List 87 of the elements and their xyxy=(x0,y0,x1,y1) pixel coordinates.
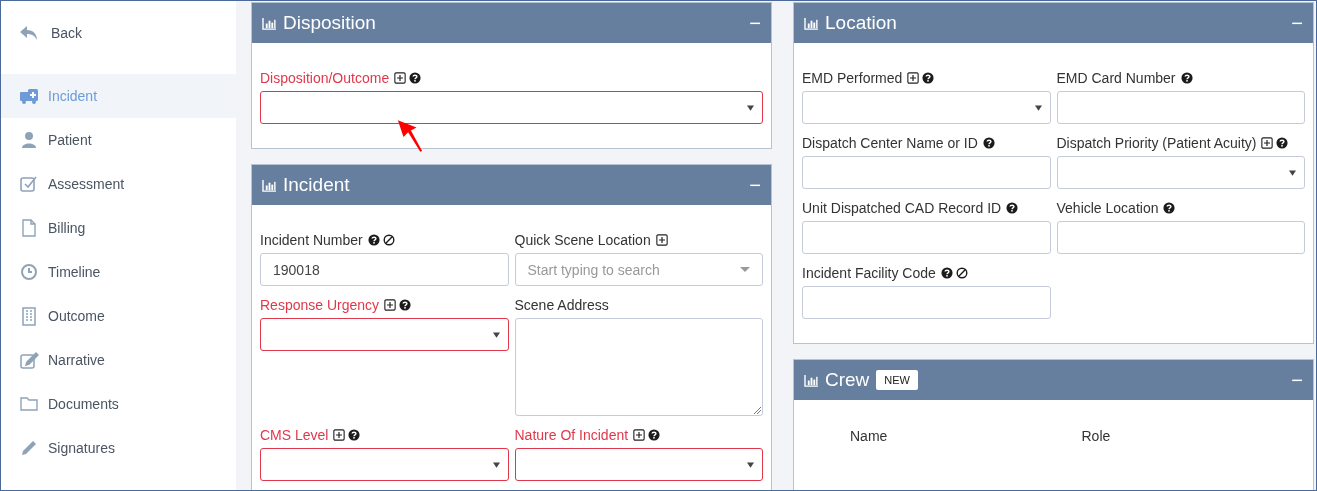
column-header: Role xyxy=(1081,428,1112,446)
help-icon[interactable] xyxy=(409,71,422,84)
select-dropdown[interactable] xyxy=(514,448,763,481)
help-icon[interactable] xyxy=(367,233,380,246)
field-label: Scene Address xyxy=(514,296,609,313)
caret-icon xyxy=(747,462,754,468)
field-label: Dispatch Priority (Patient Acuity) xyxy=(1056,134,1257,151)
input-field[interactable] xyxy=(802,156,1051,189)
person-icon xyxy=(19,130,39,150)
caret-icon xyxy=(492,462,500,468)
input-field[interactable] xyxy=(1056,221,1305,254)
resize-handle-icon[interactable] xyxy=(753,406,761,414)
collapse-button[interactable]: − xyxy=(749,173,761,197)
panel-title: Location xyxy=(825,12,897,34)
ban-icon[interactable] xyxy=(955,266,968,279)
field-label: EMD Card Number xyxy=(1056,69,1176,86)
help-icon[interactable] xyxy=(648,428,661,441)
select-dropdown[interactable] xyxy=(260,318,509,351)
help-icon[interactable] xyxy=(982,136,995,149)
checkbox-icon xyxy=(19,174,39,194)
sidebar-item[interactable]: Documents xyxy=(1,382,236,426)
building-icon xyxy=(19,306,39,326)
panel-title: Crew xyxy=(825,369,870,391)
caret-icon xyxy=(740,267,750,273)
field-label: Quick Scene Location xyxy=(514,231,651,248)
document-icon xyxy=(19,218,39,238)
ambulance-icon xyxy=(19,86,39,106)
input-field[interactable] xyxy=(1056,91,1305,124)
help-icon[interactable] xyxy=(348,428,361,441)
column-header: Name xyxy=(850,428,889,446)
bar-chart-icon xyxy=(262,16,277,30)
collapse-button[interactable]: − xyxy=(749,11,761,35)
expand-icon[interactable] xyxy=(907,71,920,84)
expand-icon[interactable] xyxy=(333,428,346,441)
bar-chart-icon xyxy=(804,373,819,387)
annotation-arrow xyxy=(396,117,424,155)
caret-icon xyxy=(1034,105,1042,111)
bar-chart-icon xyxy=(262,178,277,192)
caret-icon xyxy=(492,332,500,338)
caret-icon xyxy=(747,105,754,111)
field-label: Incident Number xyxy=(260,231,363,248)
ban-icon[interactable] xyxy=(382,233,395,246)
input-field[interactable] xyxy=(802,286,1051,319)
sidebar-item[interactable]: Patient xyxy=(1,118,236,162)
input-field[interactable]: 190018 xyxy=(260,253,509,286)
new-button[interactable]: NEW xyxy=(876,370,918,390)
help-icon[interactable] xyxy=(1276,136,1289,149)
pencil-icon xyxy=(19,438,39,458)
sidebar-item[interactable]: Billing xyxy=(1,206,236,250)
caret-icon xyxy=(1289,170,1296,176)
help-icon[interactable] xyxy=(922,71,935,84)
select-dropdown[interactable] xyxy=(260,448,509,481)
edit-icon xyxy=(19,350,39,370)
panel-title: Disposition xyxy=(283,12,376,34)
field-label: Dispatch Center Name or ID xyxy=(802,134,978,151)
field-label: Response Urgency xyxy=(260,296,380,313)
help-icon[interactable] xyxy=(940,266,953,279)
sidebar-item[interactable]: Signatures xyxy=(1,426,236,470)
help-icon[interactable] xyxy=(1163,201,1176,214)
back-link[interactable]: Back xyxy=(1,1,236,65)
expand-icon[interactable] xyxy=(655,233,668,246)
field-label: Disposition/Outcome xyxy=(260,69,390,86)
field-label: Incident Facility Code xyxy=(802,264,936,281)
bar-chart-icon xyxy=(804,16,819,30)
sidebar-item[interactable]: Narrative xyxy=(1,338,236,382)
clock-icon xyxy=(19,262,39,282)
expand-icon[interactable] xyxy=(633,428,646,441)
expand-icon[interactable] xyxy=(384,298,397,311)
field-label: CMS Level xyxy=(260,426,329,443)
sidebar-item[interactable]: Timeline xyxy=(1,250,236,294)
select-dropdown[interactable] xyxy=(260,91,763,124)
sidebar-item[interactable]: Outcome xyxy=(1,294,236,338)
expand-icon[interactable] xyxy=(394,71,407,84)
field-label: Vehicle Location xyxy=(1056,199,1159,216)
field-label: EMD Performed xyxy=(802,69,903,86)
panel-title: Incident xyxy=(283,174,350,196)
expand-icon[interactable] xyxy=(1261,136,1274,149)
help-icon[interactable] xyxy=(1006,201,1019,214)
collapse-button[interactable]: − xyxy=(1291,11,1303,35)
help-icon[interactable] xyxy=(1180,71,1193,84)
input-field[interactable] xyxy=(802,221,1051,254)
folder-icon xyxy=(19,394,39,414)
help-icon[interactable] xyxy=(399,298,412,311)
collapse-button[interactable]: − xyxy=(1291,368,1303,392)
field-label: Unit Dispatched CAD Record ID xyxy=(802,199,1002,216)
sidebar-item[interactable]: Assessment xyxy=(1,162,236,206)
field-label: Nature Of Incident xyxy=(514,426,629,443)
